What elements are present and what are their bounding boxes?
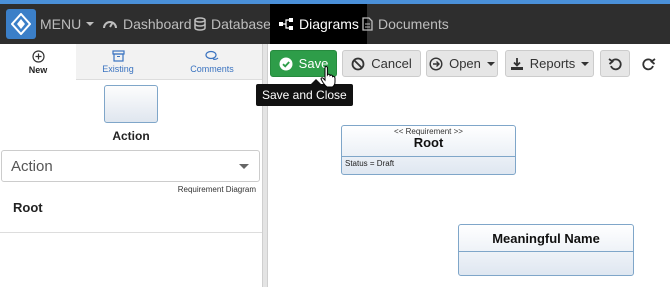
archive-icon [111,50,125,62]
database-icon [194,17,206,31]
reports-label: Reports [529,56,576,71]
download-icon [510,57,523,70]
select-value: Action [11,157,53,175]
node-divider [342,156,515,157]
cancel-button[interactable]: Cancel [342,50,421,77]
open-label: Open [449,56,481,71]
nav-item-database[interactable]: Database [194,8,271,40]
chevron-down-icon [486,61,495,66]
nav-item-label: Diagrams [299,16,359,32]
node-title: Meaningful Name [492,231,600,246]
requirement-node-root[interactable]: << Requirement >> Root Status = Draft [341,125,516,175]
diagram-icon [279,18,293,30]
node-divider [459,251,633,252]
action-shape-preview[interactable] [104,85,158,123]
redo-icon [642,57,656,70]
nav-item-diagrams[interactable]: Diagrams [270,4,367,44]
app-logo[interactable] [6,9,36,39]
action-node-meaningful-name[interactable]: Meaningful Name [458,224,634,276]
nav-item-label: Dashboard [123,16,192,32]
tab-existing[interactable]: Existing [80,44,156,80]
save-tooltip: Save and Close [256,79,353,106]
redo-button[interactable] [634,50,664,77]
tab-label: New [28,64,48,75]
plus-circle-icon [31,49,45,63]
logo-icon [11,13,31,35]
undo-button[interactable] [600,50,630,77]
nav-item-label: Database [211,16,271,32]
tab-comments[interactable]: Comments [170,44,254,80]
node-attribute: Status = Draft [345,159,395,168]
shape-label: Action [112,129,150,143]
menu-button[interactable]: MENU [40,8,95,40]
chevron-down-icon [86,22,95,26]
tab-label: Existing [102,64,134,74]
cancel-label: Cancel [371,56,412,71]
divider [0,232,262,233]
ban-icon [351,57,365,70]
gauge-icon [103,21,117,29]
left-panel: New Existing Comments Action Action Requ… [0,44,262,287]
nav-item-label: Documents [378,16,449,32]
diagram-canvas[interactable]: << Requirement >> Root Status = Draft Me… [268,82,670,287]
tree-item-root[interactable]: Root [13,200,43,215]
tab-new[interactable]: New [0,44,76,80]
tab-label: Comments [190,64,234,74]
panel-tabs: New Existing Comments [0,44,262,80]
document-icon [362,17,373,31]
nav-item-dashboard[interactable]: Dashboard [102,8,192,40]
arrow-circle-right-icon [429,56,443,71]
menu-label: MENU [40,16,82,32]
top-nav-bar: MENU Dashboard Database Diagrams Documen… [0,0,670,44]
node-title: Root [413,135,444,150]
undo-icon [608,57,622,70]
nav-item-documents[interactable]: Documents [362,8,449,40]
diagram-type-label: Requirement Diagram [177,185,256,194]
shape-type-select[interactable]: Action [1,150,260,182]
comments-icon [205,50,219,60]
hand-cursor-icon [320,66,336,88]
check-circle-icon [279,57,293,70]
open-button[interactable]: Open [426,50,498,77]
reports-button[interactable]: Reports [505,50,594,77]
chevron-down-icon [239,164,249,169]
chevron-down-icon [581,61,590,66]
